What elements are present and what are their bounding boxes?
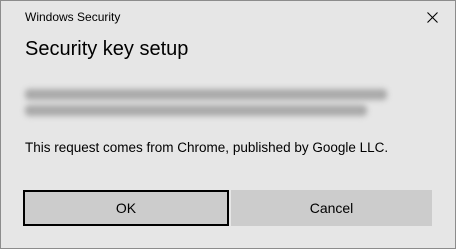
security-dialog: Windows Security Security key setup This…	[0, 0, 456, 249]
redacted-line	[25, 105, 367, 116]
request-source-text: This request comes from Chrome, publishe…	[25, 140, 389, 155]
close-button[interactable]	[409, 1, 455, 33]
title-bar: Windows Security	[1, 1, 455, 33]
cancel-button[interactable]: Cancel	[231, 190, 432, 226]
redacted-message	[25, 86, 391, 120]
dialog-heading: Security key setup	[25, 38, 189, 60]
redacted-line	[25, 89, 387, 100]
ok-button[interactable]: OK	[23, 190, 229, 226]
window-title: Windows Security	[25, 10, 121, 24]
close-icon	[426, 11, 438, 23]
